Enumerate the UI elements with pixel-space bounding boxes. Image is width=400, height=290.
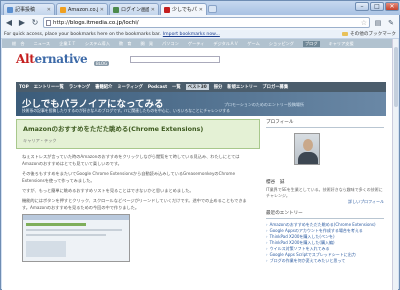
profile-more-link[interactable]: 詳しいプロフィール [266,199,384,205]
topnav-item[interactable]: ゲーティ [188,41,205,47]
author-name: 櫻谷 誠 [266,180,285,185]
catnav-item-active[interactable]: ベスト30 [185,84,209,90]
topnav-item[interactable]: キャリア支援 [329,41,354,47]
topnav-item[interactable]: デジタルＡＶ [213,41,238,47]
recent-entries: 最近のエントリー › Amazonのおすすめをただた眺める(Chrome Exte… [266,210,384,264]
new-tab-button[interactable] [208,5,217,13]
browser-window: 記事投稿 ✕ Amazon.co.jp：通販 ✕ ログイン画面 ✕ 少しでもパラ… [0,0,400,290]
web-page: 総 合 ニュース 企業ＩＴ システム導入 教 育 開 発 パソコン ゲーティ デ… [2,39,398,290]
reload-icon[interactable]: ↻ [30,18,40,28]
catnav-item[interactable]: TOP [19,85,29,90]
topnav-item[interactable]: ゲーム [247,41,259,47]
import-bookmarks-link[interactable]: Import bookmarks now... [163,32,220,37]
topnav-item[interactable]: 教 育 [119,41,132,47]
profile-heading: プロフィール [266,120,294,125]
page-icon [46,19,51,26]
tab-strip: 記事投稿 ✕ Amazon.co.jp：通販 ✕ ログイン画面 ✕ 少しでもパラ… [1,1,400,15]
tab-title: ログイン画面 [121,7,149,13]
divider [266,218,384,219]
bookmark-star-icon[interactable]: ☆ [361,19,367,27]
address-bar[interactable]: http://blogs.itmedia.co.jp/lochi/ ☆ [43,17,370,28]
tab-title: 記事投稿 [15,7,36,13]
tab-2[interactable]: Amazon.co.jp：通販 ✕ [56,3,108,15]
tab-favicon-icon [164,6,170,13]
category-nav: TOP エントリー一覧 ランキング 書籍紹介 ミーティング Podcast 一覧… [16,82,386,92]
forward-arrow-icon[interactable]: ▶ [17,18,27,28]
catnav-item[interactable]: 新規エントリー [227,84,257,90]
topnav-item-active[interactable]: ブログ [302,40,320,47]
bookmarks-bar: For quick access, place your bookmarks h… [1,30,399,39]
article-paragraph: ですが、もっと簡単に眺めるおすすめリストを見ることはできないかと思いまとめました… [22,188,194,193]
topnav-item[interactable]: ショッピング [269,41,294,47]
blog-banner: 少しでもパラノイアになってみる 技術系の記事を投稿したりするのが好きな人のブログ… [16,92,386,116]
article-header: Amazonのおすすめをただた眺める(Chrome Extensions) キャ… [16,119,260,149]
vertical-scrollbar[interactable] [392,39,398,290]
tab-favicon-icon [60,6,66,13]
page-menu-icon[interactable]: ▤ [373,18,383,28]
tab-1[interactable]: 記事投稿 ✕ [3,3,55,15]
topnav-item[interactable]: 企業ＩＴ [59,41,76,47]
wrench-icon[interactable]: ✎ [386,18,396,28]
article-body: ねぇストレスが言っていた時のAmazonのおすすめをクリックしながら閲覧をて時し… [16,149,260,211]
search-input[interactable] [130,56,220,63]
tab-3[interactable]: ログイン画面 ✕ [109,3,159,15]
divider [266,127,384,128]
tab-title: Amazon.co.jp：通販 [68,7,98,13]
bookmarks-prompt: For quick access, place your bookmarks h… [4,31,161,37]
browser-toolbar: ◀ ▶ ↻ http://blogs.itmedia.co.jp/lochi/ … [1,15,399,30]
tab-title: 少しでもパラノイアに [172,7,197,13]
avatar [294,133,320,165]
article-paragraph: 機能的にはボタンを押すとクリック、スクロールなどページがリーンドしていくだけです… [22,198,247,210]
catnav-item[interactable]: エントリー一覧 [34,84,64,90]
banner-note: プロモーションのためのエントリー投稿場所 [224,102,304,107]
catnav-item[interactable]: 振分 [214,84,223,90]
article: Amazonのおすすめをただた眺める(Chrome Extensions) キャ… [16,119,260,262]
other-bookmarks-button[interactable]: その他のブックマーク [342,31,396,37]
topnav-item[interactable]: システム導入 [85,41,110,47]
topnav-item[interactable]: 総 合 [12,41,25,47]
tab-close-icon[interactable]: ✕ [47,7,51,13]
site-logo[interactable]: Alternative [16,52,88,66]
article-screenshot-image [22,214,130,262]
url-text: http://blogs.itmedia.co.jp/lochi/ [53,19,139,26]
article-paragraph: ねぇストレスが言っていた時のAmazonのおすすめをクリックしながら閲覧をて時し… [22,154,240,166]
tab-favicon-icon [113,6,119,13]
minimize-button[interactable]: – [355,2,369,11]
topnav-item[interactable]: ニュース [34,41,51,47]
article-paragraph: その後ろもすすめをまたいてGoogle Chrome Extensionsから自… [22,171,236,183]
scrollbar-thumb[interactable] [394,47,398,107]
article-category[interactable]: キャリア・テック [23,138,253,144]
catnav-item[interactable]: ミーティング [117,84,143,90]
author-description: IT業界でSEを生業としている。技術好きなら趣味で多くの技術にチャレンジ。 [266,187,383,198]
recent-heading: 最近のエントリー [266,211,303,216]
catnav-item[interactable]: 一覧 [172,84,181,90]
tab-close-icon[interactable]: ✕ [151,7,155,13]
folder-icon [342,32,349,36]
other-bookmarks-label: その他のブックマーク [350,32,396,37]
profile-photo-area [266,131,384,177]
site-top-nav: 総 合 ニュース 企業ＩＴ システム導入 教 育 開 発 パソコン ゲーティ デ… [2,39,398,48]
site-header: Alternative BLOG [2,48,398,72]
tab-close-icon[interactable]: ✕ [199,7,203,13]
sidebar: プロフィール 櫻谷 誠 IT業界でSEを生業としている。技術好きなら趣味で多くの… [266,119,384,264]
list-item[interactable]: › ブログの作業を何か変えてみたいと思って [266,258,384,264]
back-arrow-icon[interactable]: ◀ [4,18,14,28]
tab-favicon-icon [7,6,13,13]
tab-close-icon[interactable]: ✕ [100,7,104,13]
window-controls: – □ ✕ [355,2,399,11]
blog-subtitle: 技術系の記事を投稿したりするのが好きな人のブログです。ITに関連したものを中心に… [22,108,230,113]
topnav-item[interactable]: 開 発 [140,41,153,47]
topnav-item[interactable]: パソコン [162,41,179,47]
tab-4-active[interactable]: 少しでもパラノイアに ✕ [160,3,207,15]
article-title[interactable]: Amazonのおすすめをただた眺める(Chrome Extensions) [23,124,253,133]
catnav-item[interactable]: ブロガー募集 [262,84,288,90]
blog-tag: BLOG [94,61,110,66]
catnav-item[interactable]: Podcast [148,85,167,90]
maximize-button[interactable]: □ [370,2,384,11]
catnav-item[interactable]: 書籍紹介 [95,84,112,90]
close-window-button[interactable]: ✕ [385,2,399,11]
catnav-item[interactable]: ランキング [69,84,90,90]
